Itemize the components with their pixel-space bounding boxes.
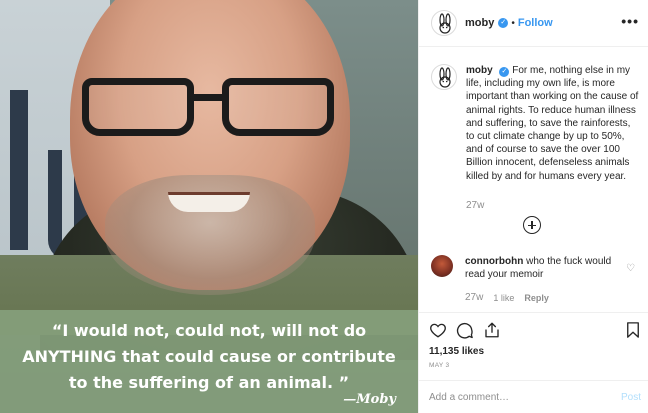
avatar[interactable] — [431, 64, 457, 90]
quote-line: “I would not, could not, will not do — [51, 321, 367, 340]
action-bar — [419, 312, 648, 345]
caption-username[interactable]: moby — [466, 65, 493, 76]
bunny-logo-icon — [439, 67, 451, 88]
more-options-icon[interactable]: ••• — [621, 13, 639, 29]
post-image[interactable]: “I would not, could not, will not do ANY… — [0, 0, 418, 413]
comment-body: connorbohn who the fuck would read your … — [465, 255, 615, 281]
quote-line: ANYTHING that could cause or contribute — [22, 347, 396, 366]
likes-count[interactable]: 11,135 likes — [429, 346, 484, 357]
caption-body: moby ✓ For me, nothing else in my life, … — [466, 64, 641, 183]
glasses-shape — [82, 78, 342, 140]
comment-like-count[interactable]: 1 like — [493, 293, 514, 303]
lens-left — [82, 78, 194, 136]
bunny-logo-icon — [439, 13, 451, 34]
avatar[interactable] — [431, 10, 457, 36]
caption-timestamp[interactable]: 27w — [466, 200, 484, 211]
caption-text: For me, nothing else in my life, includi… — [466, 65, 639, 182]
load-more-comments-icon[interactable] — [523, 216, 541, 234]
post-button[interactable]: Post — [621, 392, 641, 403]
comment-icon[interactable] — [456, 321, 474, 339]
reply-button[interactable]: Reply — [524, 293, 549, 303]
lens-right — [222, 78, 334, 136]
comment-like-heart-icon[interactable]: ♡ — [626, 263, 635, 274]
comment-username[interactable]: connorbohn — [465, 256, 523, 267]
caption: moby ✓ For me, nothing else in my life, … — [431, 64, 641, 183]
comment-timestamp[interactable]: 27w — [465, 292, 483, 303]
add-comment-bar: Post — [419, 380, 648, 413]
follow-button[interactable]: Follow — [518, 17, 553, 29]
quote-text: “I would not, could not, will not do ANY… — [0, 318, 418, 396]
smile-shape — [168, 192, 250, 212]
post-sidebar: moby ✓ • Follow ••• moby ✓ For me, nothi… — [418, 0, 648, 413]
comment-input[interactable] — [429, 391, 599, 403]
avatar[interactable] — [431, 255, 453, 277]
comment-meta: 27w 1 like Reply — [465, 292, 549, 303]
heart-icon[interactable] — [429, 321, 447, 339]
share-icon[interactable] — [483, 321, 501, 339]
quote-signature: —Moby — [343, 392, 396, 407]
background-letter — [10, 90, 48, 250]
comment: connorbohn who the fuck would read your … — [431, 255, 641, 281]
verified-badge-icon: ✓ — [499, 67, 510, 77]
bookmark-icon[interactable] — [624, 321, 642, 339]
instagram-post: “I would not, could not, will not do ANY… — [0, 0, 648, 413]
post-date[interactable]: MAY 3 — [429, 362, 449, 369]
verified-badge-icon: ✓ — [498, 18, 509, 28]
post-header: moby ✓ • Follow ••• — [419, 0, 648, 47]
separator-dot: • — [511, 17, 515, 29]
username[interactable]: moby — [465, 17, 494, 29]
